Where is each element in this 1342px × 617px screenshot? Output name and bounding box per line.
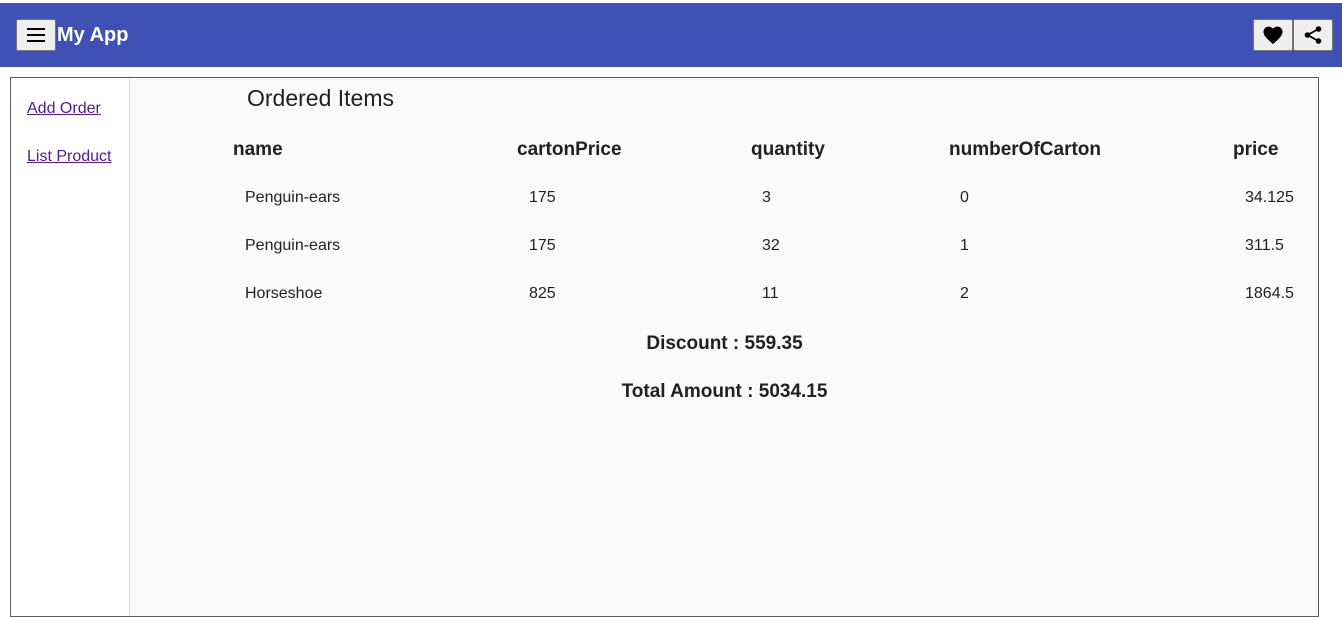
menu-button[interactable] <box>16 19 56 51</box>
column-header-name: name <box>233 139 283 160</box>
sidenav-container: Add Order List Product Ordered Items nam… <box>10 77 1319 617</box>
page-title: Ordered Items <box>247 85 394 111</box>
cell-carton-price: 825 <box>529 285 556 302</box>
sidebar-item-add-order[interactable]: Add Order <box>27 100 101 118</box>
hamburger-icon <box>27 28 45 42</box>
cell-price: 311.5 <box>1245 237 1284 254</box>
cell-carton-price: 175 <box>529 189 556 206</box>
cell-carton-price: 175 <box>529 237 556 254</box>
cell-quantity: 11 <box>762 285 779 302</box>
cell-price: 1864.5 <box>1245 285 1294 302</box>
cell-price: 34.125 <box>1245 189 1294 206</box>
cell-name: Penguin-ears <box>245 237 341 254</box>
app-toolbar: My App <box>0 3 1342 67</box>
share-button[interactable] <box>1293 19 1333 51</box>
column-header-number-of-carton: numberOfCarton <box>949 139 1101 160</box>
cell-quantity: 3 <box>762 189 771 206</box>
cell-quantity: 32 <box>762 237 780 254</box>
column-header-price: price <box>1233 139 1279 160</box>
cell-number-of-carton: 1 <box>960 237 969 254</box>
favorite-button[interactable] <box>1253 19 1293 51</box>
discount-label: Discount : 559.35 <box>646 333 803 354</box>
column-header-carton-price: cartonPrice <box>517 139 622 160</box>
column-header-quantity: quantity <box>751 139 825 160</box>
cell-number-of-carton: 2 <box>960 285 969 302</box>
heart-icon <box>1263 26 1283 45</box>
cell-name: Horseshoe <box>245 285 323 302</box>
sidebar-item-list-product[interactable]: List Product <box>27 148 111 166</box>
total-amount-label: Total Amount : 5034.15 <box>621 381 828 402</box>
share-icon <box>1304 26 1322 44</box>
app-title: My App <box>57 24 129 46</box>
cell-number-of-carton: 0 <box>960 189 969 206</box>
cell-name: Penguin-ears <box>245 189 341 206</box>
